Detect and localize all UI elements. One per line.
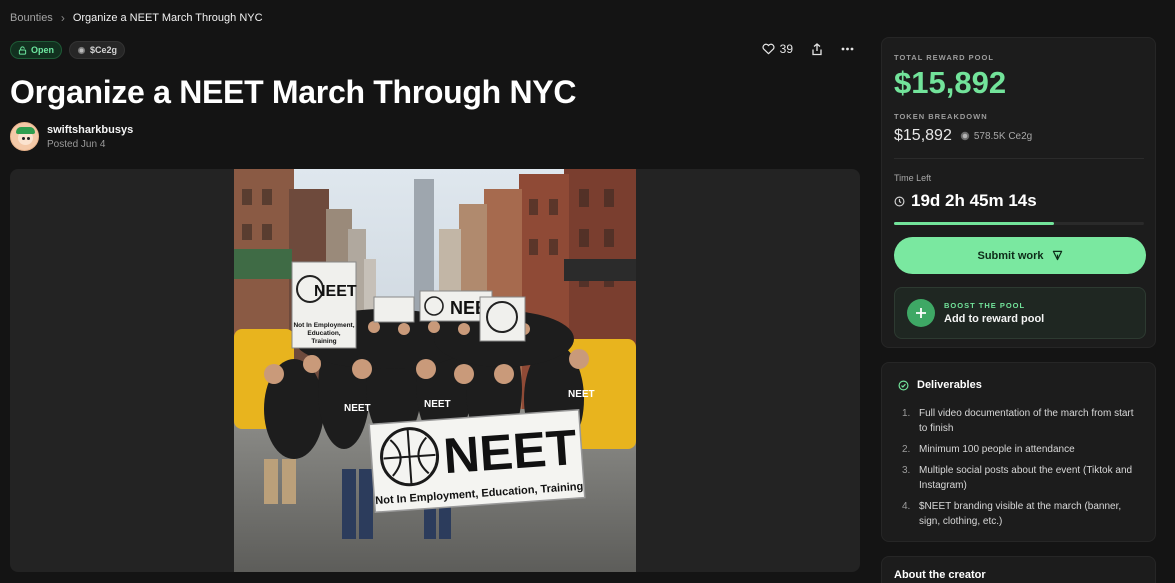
lock-open-icon	[18, 45, 27, 55]
breakdown-usd: $15,892	[894, 127, 952, 144]
list-item: 3. Multiple social posts about the event …	[902, 465, 1133, 491]
more-options-button[interactable]	[841, 47, 854, 51]
author-block: swiftsharkbusys Posted Jun 4	[10, 122, 133, 151]
send-icon	[1052, 250, 1062, 261]
badge-row: Open $Ce2g	[10, 41, 126, 59]
coin-icon	[77, 46, 86, 54]
shirt-text-c: NEET	[568, 389, 595, 400]
breakdown-token: 578.5K Ce2g	[960, 131, 1032, 142]
about-creator-card: About the creator	[881, 556, 1156, 583]
divider	[894, 158, 1144, 159]
heart-icon	[762, 43, 775, 55]
time-left-label: Time Left	[894, 173, 932, 183]
check-circle-icon	[898, 380, 909, 390]
submit-work-label: Submit work	[977, 249, 1044, 262]
chevron-right-icon: ›	[60, 11, 65, 25]
list-item: 2. Minimum 100 people in attendance	[902, 444, 1075, 455]
reward-card: TOTAL REWARD POOL $15,892 TOKEN BREAKDOW…	[881, 37, 1156, 348]
boost-pool-button[interactable]: BOOST THE POOL Add to reward pool	[894, 287, 1146, 339]
list-item: 1. Full video documentation of the march …	[902, 408, 1134, 434]
token-badge-label: $Ce2g	[90, 45, 118, 55]
share-button[interactable]	[811, 42, 823, 56]
breakdown-token-amount: 578.5K Ce2g	[973, 130, 1033, 142]
clock-icon	[894, 196, 905, 206]
reward-pool-amount: $15,892	[894, 65, 1007, 100]
post-actions: 39	[762, 42, 854, 56]
posted-date: Posted Jun 4	[47, 138, 106, 150]
more-horizontal-icon	[841, 47, 854, 51]
boost-pool-label: BOOST THE POOL	[944, 301, 1026, 310]
like-count: 39	[779, 42, 793, 56]
sign-left-text: NEET	[314, 283, 357, 300]
shirt-text-a: NEET	[344, 403, 371, 414]
list-item: 4. $NEET branding visible at the march (b…	[902, 501, 1122, 527]
author-name[interactable]: swiftsharkbusys	[47, 124, 133, 136]
countdown: 19d 2h 45m 14s	[894, 191, 1037, 211]
breadcrumb-current: Organize a NEET March Through NYC	[72, 12, 263, 24]
plus-icon	[907, 299, 935, 327]
deliverables-header: Deliverables	[898, 379, 982, 391]
token-badge[interactable]: $Ce2g	[69, 41, 126, 59]
token-breakdown: $15,892 578.5K Ce2g	[894, 127, 1032, 145]
countdown-progress	[894, 222, 1144, 225]
countdown-value: 19d 2h 45m 14s	[911, 191, 1037, 210]
like-button[interactable]: 39	[762, 42, 793, 56]
deliverables-list: 1. Full video documentation of the march …	[902, 406, 1144, 535]
banner-big-text: NEET	[442, 419, 579, 484]
page-title: Organize a NEET March Through NYC	[10, 74, 577, 110]
submit-work-button[interactable]: Submit work	[894, 237, 1146, 274]
add-to-pool-label: Add to reward pool	[944, 313, 1045, 325]
shirt-text-b: NEET	[424, 399, 451, 410]
reward-pool-label: TOTAL REWARD POOL	[894, 53, 994, 62]
deliverables-card: Deliverables 1. Full video documentation …	[881, 362, 1156, 542]
media-panel: NEET NEET NEET NEET Not In Employment, Ed…	[10, 169, 860, 572]
status-badge-label: Open	[31, 45, 55, 55]
deliverables-title: Deliverables	[917, 379, 982, 391]
countdown-progress-fill	[894, 222, 1054, 225]
share-icon	[812, 42, 822, 55]
coin-icon	[960, 131, 970, 141]
avatar[interactable]	[10, 122, 39, 151]
breadcrumb: Bounties › Organize a NEET March Through…	[10, 11, 263, 25]
token-breakdown-label: TOKEN BREAKDOWN	[894, 112, 988, 121]
breadcrumb-bounties-link[interactable]: Bounties	[10, 12, 53, 24]
bounty-image[interactable]: NEET NEET NEET NEET Not In Employment, Ed…	[234, 169, 636, 572]
about-creator-title: About the creator	[894, 569, 986, 581]
status-badge: Open	[10, 41, 63, 59]
